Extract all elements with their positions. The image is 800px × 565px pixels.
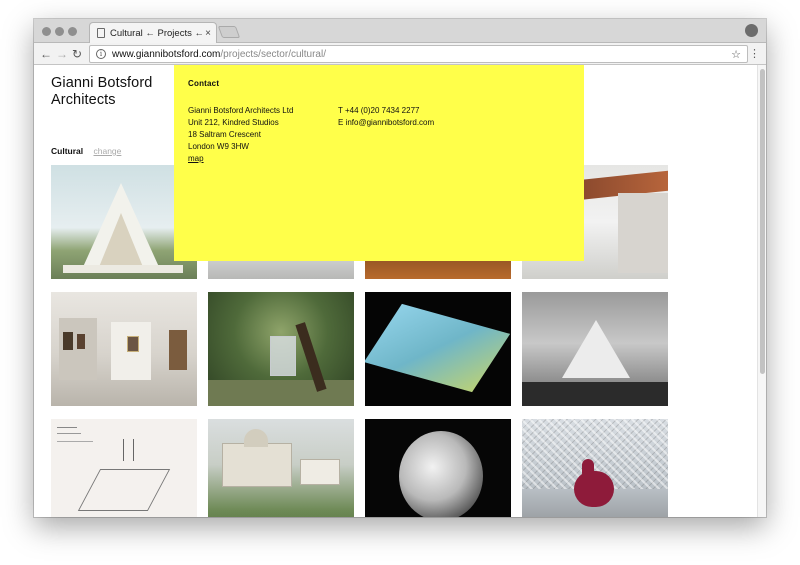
map-link[interactable]: map	[188, 153, 293, 165]
project-thumbnail-lattice-roof-balloon-dog[interactable]	[522, 419, 668, 517]
window-close-button[interactable]	[42, 27, 51, 36]
current-sector-label: Cultural	[51, 146, 84, 156]
page-icon	[97, 28, 105, 38]
email-link[interactable]: E info@giannibotsford.com	[338, 117, 434, 129]
site-logo[interactable]: Gianni Botsford Architects	[51, 75, 152, 109]
bookmark-star-icon[interactable]: ☆	[731, 48, 741, 61]
url-text[interactable]: www.giannibotsford.com/projects/sector/c…	[112, 49, 731, 60]
url-host: www.giannibotsford.com	[112, 48, 221, 60]
project-thumbnail-gallery-interior[interactable]	[51, 292, 197, 406]
project-thumbnail-faceted-sphere[interactable]	[365, 419, 511, 517]
scrollbar-thumb[interactable]	[760, 69, 765, 374]
browser-toolbar: ← → ↻ i www.giannibotsford.com/projects/…	[34, 43, 766, 65]
new-tab-button[interactable]	[217, 26, 241, 38]
contact-details: T +44 (0)20 7434 2277 E info@giannibotsf…	[338, 105, 434, 129]
contact-panel: Contact Gianni Botsford Architects Ltd U…	[174, 65, 584, 261]
project-thumbnail-model-on-black[interactable]	[365, 292, 511, 406]
address-bar[interactable]: i www.giannibotsford.com/projects/sector…	[89, 45, 748, 63]
project-thumbnail-glass-cube-trees[interactable]	[208, 292, 354, 406]
address-line: Unit 212, Kindred Studios	[188, 118, 279, 127]
address-line: Gianni Botsford Architects Ltd	[188, 106, 294, 115]
forward-icon[interactable]: →	[56, 46, 68, 62]
sector-filter: Cultural change	[51, 146, 121, 156]
reload-icon[interactable]: ↻	[72, 46, 82, 62]
logo-line-1: Gianni Botsford	[51, 75, 153, 91]
logo-line-2: Architects	[51, 92, 116, 108]
window-minimize-button[interactable]	[55, 27, 64, 36]
page-scrollbar[interactable]	[757, 65, 766, 517]
tab-close-icon[interactable]: ×	[205, 28, 211, 39]
profile-icon[interactable]	[745, 24, 758, 37]
back-icon[interactable]: ←	[40, 46, 52, 62]
site-info-icon[interactable]: i	[96, 49, 106, 59]
project-thumbnail-aerial-campus[interactable]	[208, 419, 354, 517]
contact-heading: Contact	[188, 79, 220, 88]
project-thumbnail-sketch-drawing[interactable]	[51, 419, 197, 517]
url-path: /projects/sector/cultural/	[220, 48, 326, 60]
contact-address: Gianni Botsford Architects Ltd Unit 212,…	[188, 105, 293, 165]
page-viewport: Gianni Botsford Architects Cultural chan…	[34, 65, 766, 517]
tab-cultural[interactable]: Cultural ← Projects ←Gianni B ×	[89, 22, 217, 43]
browser-window: Cultural ← Projects ←Gianni B × ← → ↻ i …	[34, 19, 766, 517]
change-sector-link[interactable]: change	[94, 146, 122, 156]
window-zoom-button[interactable]	[68, 27, 77, 36]
address-line: London W9 3HW	[188, 142, 249, 151]
project-thumbnail-tent-structure-bw[interactable]	[522, 292, 668, 406]
tab-strip: Cultural ← Projects ←Gianni B ×	[34, 19, 766, 43]
tab-title: Cultural ← Projects ←Gianni B	[110, 27, 203, 39]
address-line: 18 Saltram Crescent	[188, 130, 261, 139]
phone-number[interactable]: T +44 (0)20 7434 2277	[338, 105, 434, 117]
browser-menu-icon[interactable]: ⋮	[749, 47, 760, 61]
